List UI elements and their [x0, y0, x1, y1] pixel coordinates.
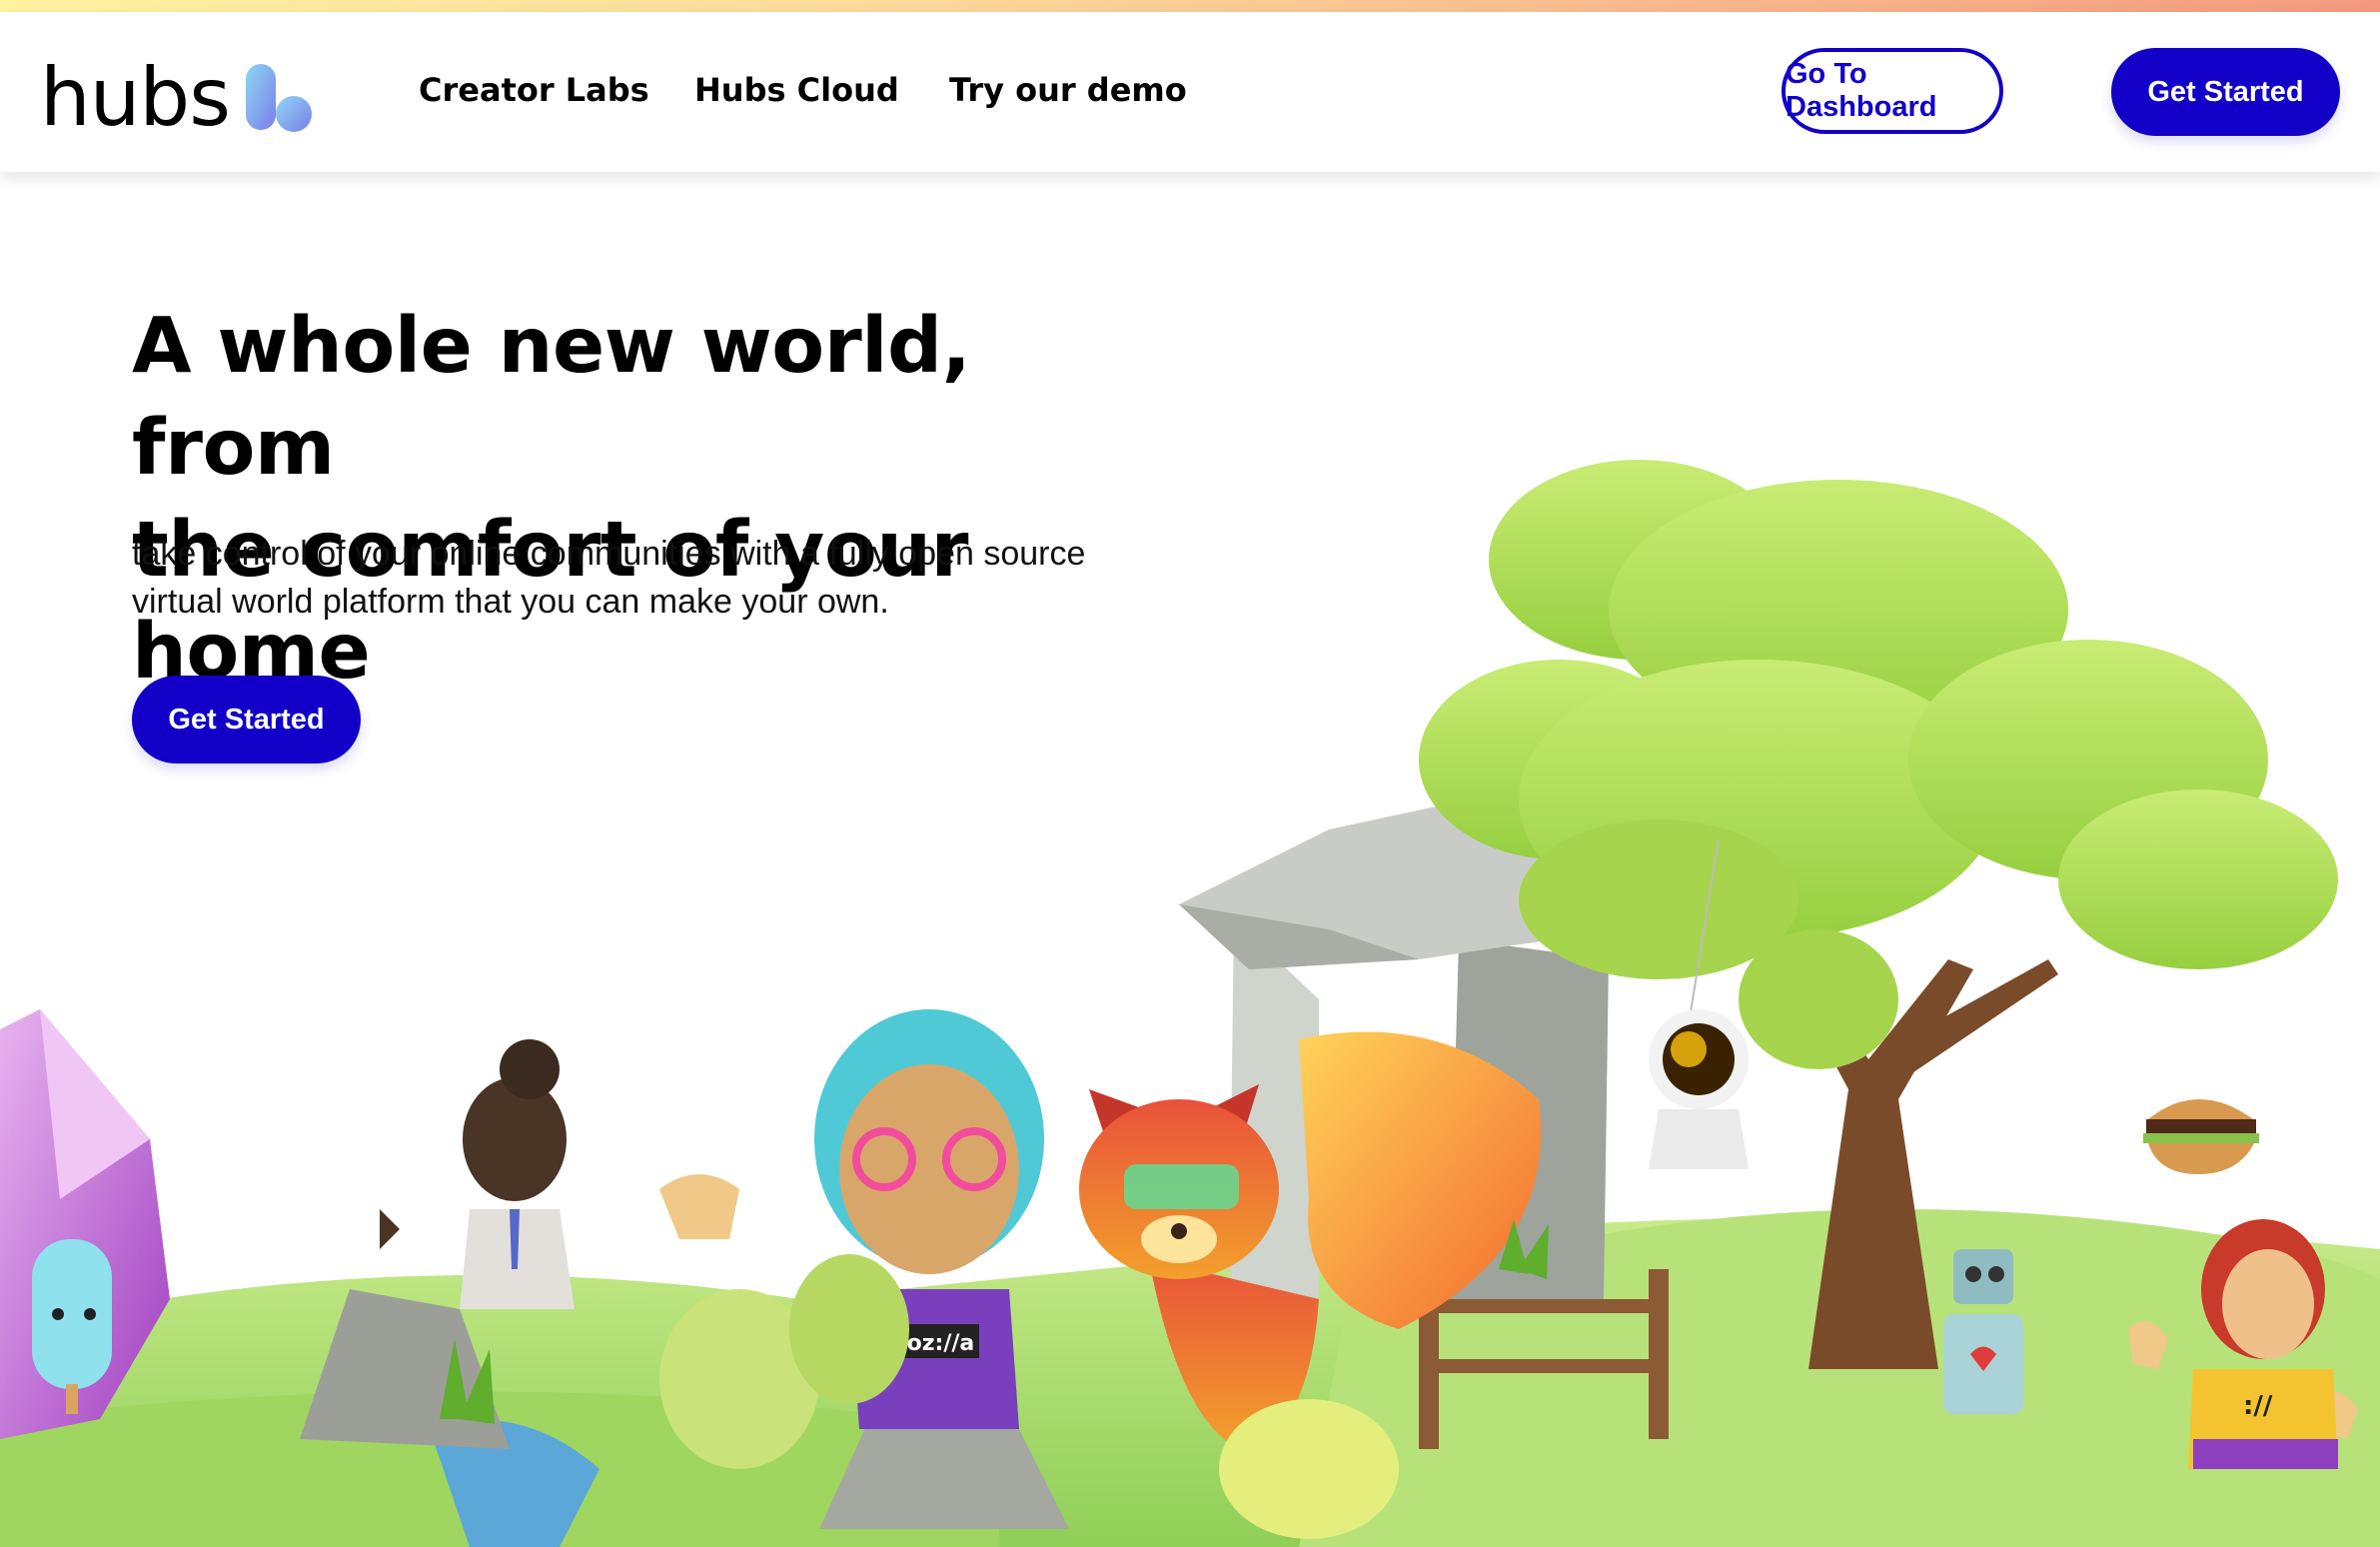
hubs-logo[interactable]: hubs [40, 48, 316, 138]
robot-icon [1943, 1249, 2023, 1414]
nav-hubs-cloud[interactable]: Hubs Cloud [694, 70, 899, 110]
nav-try-demo[interactable]: Try our demo [949, 70, 1187, 110]
badge-text: :// [2243, 1391, 2273, 1421]
burger-icon [2143, 1099, 2259, 1174]
go-to-dashboard-button[interactable]: Go To Dashboard [1782, 48, 2003, 134]
nav-creator-labs[interactable]: Creator Labs [419, 70, 649, 110]
logo-mark-icon [244, 62, 316, 134]
top-gradient-bar [0, 0, 2380, 12]
navbar: hubs Creator Labs Hubs Cloud Try our dem… [0, 12, 2380, 172]
nav-get-started-button[interactable]: Get Started [2111, 48, 2340, 136]
hero-get-started-button[interactable]: Get Started [132, 676, 361, 764]
logo-text: hubs [40, 51, 231, 144]
hero-illustration: moz://a :// [0, 460, 2380, 1547]
avatar-suit-icon [380, 1039, 575, 1309]
